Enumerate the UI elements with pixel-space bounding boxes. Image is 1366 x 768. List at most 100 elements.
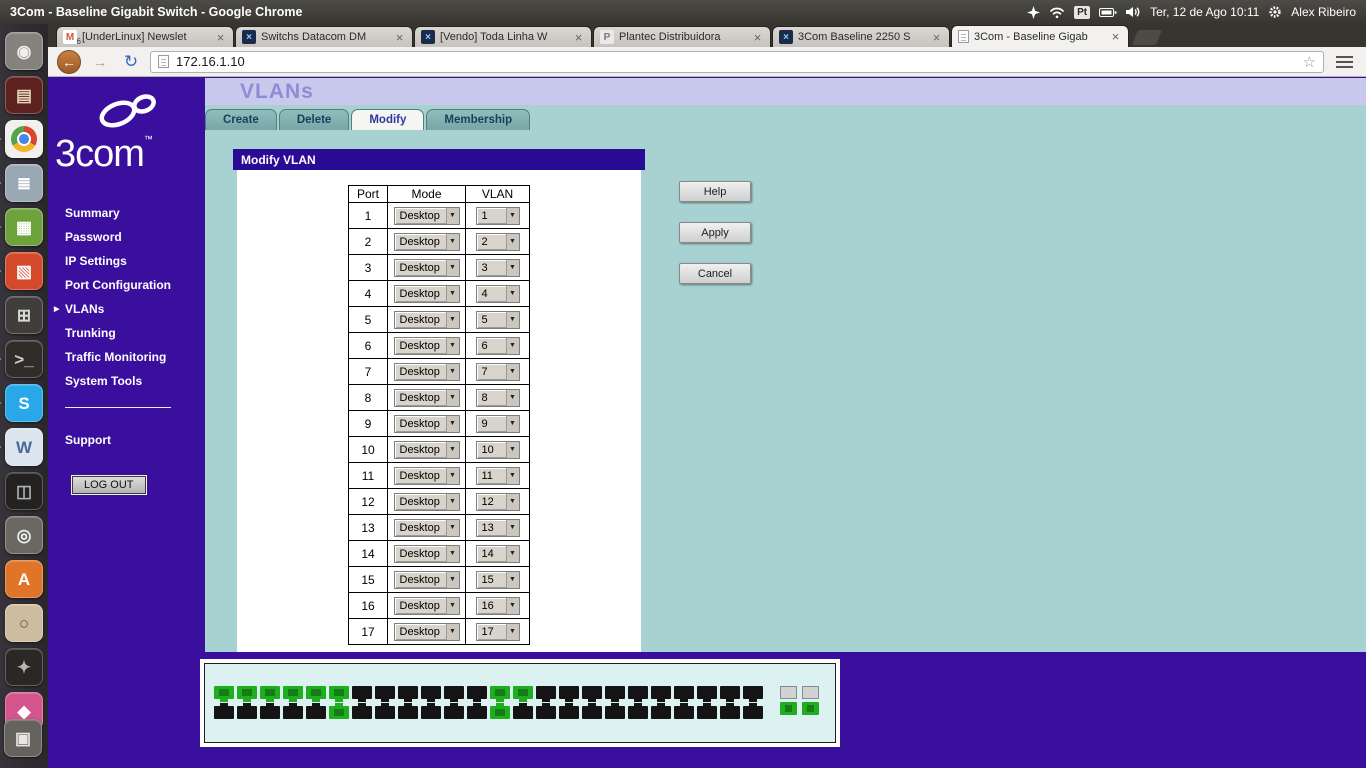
vlan-dropdown[interactable]: 10 ▼ bbox=[475, 440, 520, 459]
user-menu[interactable]: Alex Ribeiro bbox=[1291, 5, 1356, 19]
launcher-item-archive-manager[interactable]: ▤ bbox=[5, 76, 43, 114]
vlan-cell: 1 ▼ bbox=[465, 202, 530, 229]
wifi-icon[interactable] bbox=[1049, 6, 1065, 19]
tab-create[interactable]: Create bbox=[205, 109, 277, 130]
tab-modify[interactable]: Modify bbox=[351, 109, 425, 130]
tab-delete[interactable]: Delete bbox=[278, 109, 350, 130]
mode-dropdown[interactable]: Desktop ▼ bbox=[393, 596, 460, 615]
dropdown-value: Desktop bbox=[399, 261, 440, 274]
new-tab-button[interactable] bbox=[1131, 30, 1163, 45]
battery-icon[interactable] bbox=[1099, 7, 1117, 18]
launcher-item-search-tool[interactable]: ○ bbox=[5, 604, 43, 642]
vlan-dropdown[interactable]: 16 ▼ bbox=[475, 596, 520, 615]
chrome-menu-icon[interactable] bbox=[1331, 51, 1357, 73]
browser-tab-6[interactable]: 3Com - Baseline Gigab × bbox=[951, 25, 1129, 47]
launcher-item-libreoffice-calc[interactable]: ▦ bbox=[0, 208, 43, 246]
vlan-dropdown[interactable]: 1 ▼ bbox=[475, 206, 520, 225]
mode-dropdown[interactable]: Desktop ▼ bbox=[393, 466, 460, 485]
launcher-item-dash-home[interactable]: ◉ bbox=[5, 32, 43, 70]
chevron-down-icon: ▼ bbox=[505, 415, 519, 432]
launcher-item-media-app[interactable]: ◫ bbox=[5, 472, 43, 510]
mode-dropdown[interactable]: Desktop ▼ bbox=[393, 518, 460, 537]
mode-dropdown[interactable]: Desktop ▼ bbox=[393, 492, 460, 511]
launcher-item-gimp[interactable]: ✦ bbox=[5, 648, 43, 686]
vlan-dropdown[interactable]: 7 ▼ bbox=[475, 362, 520, 381]
vlan-dropdown[interactable]: 8 ▼ bbox=[475, 388, 520, 407]
launcher-item-screenshot-tool[interactable]: ◎ bbox=[5, 516, 43, 554]
launcher-item-calculator[interactable]: ⊞ bbox=[5, 296, 43, 334]
mode-dropdown[interactable]: Desktop ▼ bbox=[393, 206, 460, 225]
log-out-button[interactable]: LOG OUT bbox=[72, 475, 146, 494]
launcher-item-libreoffice-impress[interactable]: ▧ bbox=[0, 252, 43, 290]
mode-dropdown[interactable]: Desktop ▼ bbox=[393, 388, 460, 407]
address-bar[interactable]: 172.16.1.10 ☆ bbox=[150, 50, 1324, 73]
reload-button[interactable]: ↻ bbox=[119, 50, 143, 74]
port-link-down bbox=[421, 706, 441, 719]
back-button[interactable]: ← bbox=[57, 49, 81, 74]
cancel-button[interactable]: Cancel bbox=[679, 263, 751, 284]
mode-dropdown[interactable]: Desktop ▼ bbox=[393, 544, 460, 563]
mode-dropdown[interactable]: Desktop ▼ bbox=[393, 622, 460, 641]
vlan-dropdown[interactable]: 15 ▼ bbox=[475, 570, 520, 589]
apply-button[interactable]: Apply bbox=[679, 222, 751, 243]
vlan-dropdown[interactable]: 13 ▼ bbox=[475, 518, 520, 537]
vlan-dropdown[interactable]: 6 ▼ bbox=[475, 336, 520, 355]
volume-icon[interactable] bbox=[1126, 6, 1141, 18]
sidebar-item-traffic-monitoring[interactable]: Traffic Monitoring bbox=[48, 345, 205, 369]
clock[interactable]: Ter, 12 de Ago 10:11 bbox=[1150, 5, 1259, 19]
browser-tab-2[interactable]: × Switchs Datacom DM × bbox=[235, 26, 413, 47]
launcher-item-gedit[interactable]: ≣ bbox=[0, 164, 43, 202]
sidebar-item-trunking[interactable]: Trunking bbox=[48, 321, 205, 345]
gear-icon[interactable] bbox=[1268, 5, 1282, 19]
sidebar-item-ip-settings[interactable]: IP Settings bbox=[48, 249, 205, 273]
vlan-dropdown[interactable]: 12 ▼ bbox=[475, 492, 520, 511]
sidebar-item-system-tools[interactable]: System Tools bbox=[48, 369, 205, 393]
port-link-down bbox=[352, 686, 372, 699]
mode-dropdown[interactable]: Desktop ▼ bbox=[393, 232, 460, 251]
help-button[interactable]: Help bbox=[679, 181, 751, 202]
mode-dropdown[interactable]: Desktop ▼ bbox=[393, 258, 460, 277]
launcher-item-skype[interactable]: S bbox=[0, 384, 43, 422]
sparkle-indicator-icon[interactable] bbox=[1027, 5, 1041, 19]
mode-dropdown[interactable]: Desktop ▼ bbox=[393, 336, 460, 355]
launcher-item-terminal[interactable]: >_ bbox=[0, 340, 43, 378]
bookmark-star-icon[interactable]: ☆ bbox=[1303, 53, 1316, 71]
mode-dropdown[interactable]: Desktop ▼ bbox=[393, 414, 460, 433]
browser-tab-4[interactable]: P Plantec Distribuidora × bbox=[593, 26, 771, 47]
vlan-dropdown[interactable]: 11 ▼ bbox=[475, 466, 520, 485]
vlan-dropdown[interactable]: 9 ▼ bbox=[475, 414, 520, 433]
vlan-dropdown[interactable]: 4 ▼ bbox=[475, 284, 520, 303]
mode-dropdown[interactable]: Desktop ▼ bbox=[393, 310, 460, 329]
launcher-item-chrome[interactable] bbox=[0, 120, 43, 158]
mode-dropdown[interactable]: Desktop ▼ bbox=[393, 284, 460, 303]
sidebar-item-summary[interactable]: Summary bbox=[48, 201, 205, 225]
port-link-up bbox=[260, 686, 280, 699]
tab-close-icon[interactable]: × bbox=[572, 31, 585, 44]
tab-close-icon[interactable]: × bbox=[1109, 30, 1122, 43]
tab-close-icon[interactable]: × bbox=[214, 31, 227, 44]
forward-button[interactable]: → bbox=[88, 50, 112, 74]
sidebar-item-port-configuration[interactable]: Port Configuration bbox=[48, 273, 205, 297]
keyboard-layout-indicator[interactable]: Pt bbox=[1074, 5, 1091, 19]
browser-tab-1[interactable]: M 6 [UnderLinux] Newslet × bbox=[56, 26, 234, 47]
tab-close-icon[interactable]: × bbox=[930, 31, 943, 44]
vlan-dropdown[interactable]: 17 ▼ bbox=[475, 622, 520, 641]
launcher-item-trash[interactable]: ▣ bbox=[4, 719, 42, 757]
vlan-dropdown[interactable]: 14 ▼ bbox=[475, 544, 520, 563]
sidebar-item-vlans[interactable]: ▶ VLANs bbox=[48, 297, 205, 321]
browser-tab-3[interactable]: × [Vendo] Toda Linha W × bbox=[414, 26, 592, 47]
launcher-item-wxmaxima[interactable]: W bbox=[0, 428, 43, 466]
mode-dropdown[interactable]: Desktop ▼ bbox=[393, 440, 460, 459]
vlan-dropdown[interactable]: 2 ▼ bbox=[475, 232, 520, 251]
mode-dropdown[interactable]: Desktop ▼ bbox=[393, 570, 460, 589]
tab-close-icon[interactable]: × bbox=[751, 31, 764, 44]
launcher-item-software-center[interactable]: A bbox=[5, 560, 43, 598]
mode-dropdown[interactable]: Desktop ▼ bbox=[393, 362, 460, 381]
vlan-dropdown[interactable]: 3 ▼ bbox=[475, 258, 520, 277]
sidebar-item-password[interactable]: Password bbox=[48, 225, 205, 249]
tab-membership[interactable]: Membership bbox=[426, 109, 531, 130]
browser-tab-5[interactable]: × 3Com Baseline 2250 S × bbox=[772, 26, 950, 47]
vlan-dropdown[interactable]: 5 ▼ bbox=[475, 310, 520, 329]
tab-close-icon[interactable]: × bbox=[393, 31, 406, 44]
sidebar-item-support[interactable]: Support bbox=[48, 428, 205, 452]
